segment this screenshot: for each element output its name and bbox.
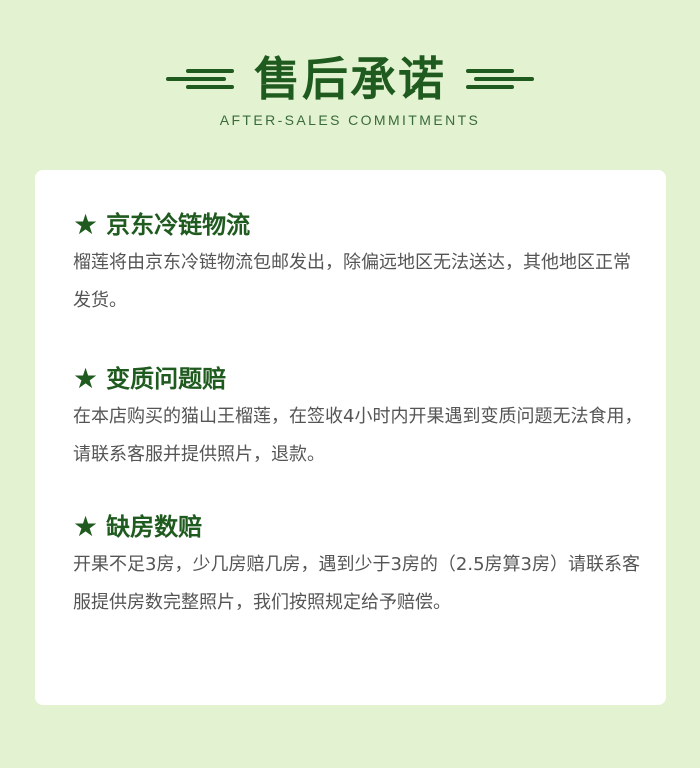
star-icon: ★: [73, 510, 99, 543]
page-subtitle: AFTER-SALES COMMITMENTS: [219, 112, 481, 128]
title-decoration-left: [166, 64, 234, 94]
section-title: 变质问题赔: [106, 365, 227, 393]
section-spoilage-compensation: ★ 变质问题赔 在本店购买的猫山王榴莲，在签收4小时内开果遇到变质问题无法食用，…: [73, 362, 643, 474]
section-heading: ★ 京东冷链物流: [73, 208, 643, 242]
section-body: 榴莲将由京东冷链物流包邮发出，除偏远地区无法送达，其他地区正常发货。: [73, 252, 631, 311]
decoration-line: [466, 69, 514, 73]
decoration-line: [186, 85, 234, 89]
title-decoration-right: [466, 64, 534, 94]
commitments-card: ★ 京东冷链物流 榴莲将由京东冷链物流包邮发出，除偏远地区无法送达，其他地区正常…: [35, 170, 666, 705]
title-row: 售后承诺: [0, 48, 700, 110]
decoration-line: [166, 77, 226, 81]
section-body: 在本店购买的猫山王榴莲，在签收4小时内开果遇到变质问题无法食用，请联系客服并提供…: [73, 406, 643, 465]
section-title: 缺房数赔: [106, 513, 203, 541]
section-heading: ★ 缺房数赔: [73, 510, 643, 544]
section-missing-segments-compensation: ★ 缺房数赔 开果不足3房，少几房赔几房，遇到少于3房的（2.5房算3房）请联系…: [73, 510, 643, 622]
section-cold-chain-logistics: ★ 京东冷链物流 榴莲将由京东冷链物流包邮发出，除偏远地区无法送达，其他地区正常…: [73, 208, 643, 320]
decoration-line: [474, 77, 534, 81]
decoration-line: [186, 69, 234, 73]
page-title: 售后承诺: [254, 52, 446, 106]
header: 售后承诺 AFTER-SALES COMMITMENTS: [0, 48, 700, 138]
section-body: 开果不足3房，少几房赔几房，遇到少于3房的（2.5房算3房）请联系客服提供房数完…: [73, 554, 640, 613]
section-heading: ★ 变质问题赔: [73, 362, 643, 396]
star-icon: ★: [73, 208, 99, 241]
section-title: 京东冷链物流: [106, 211, 251, 239]
star-icon: ★: [73, 362, 99, 395]
decoration-line: [466, 85, 514, 89]
